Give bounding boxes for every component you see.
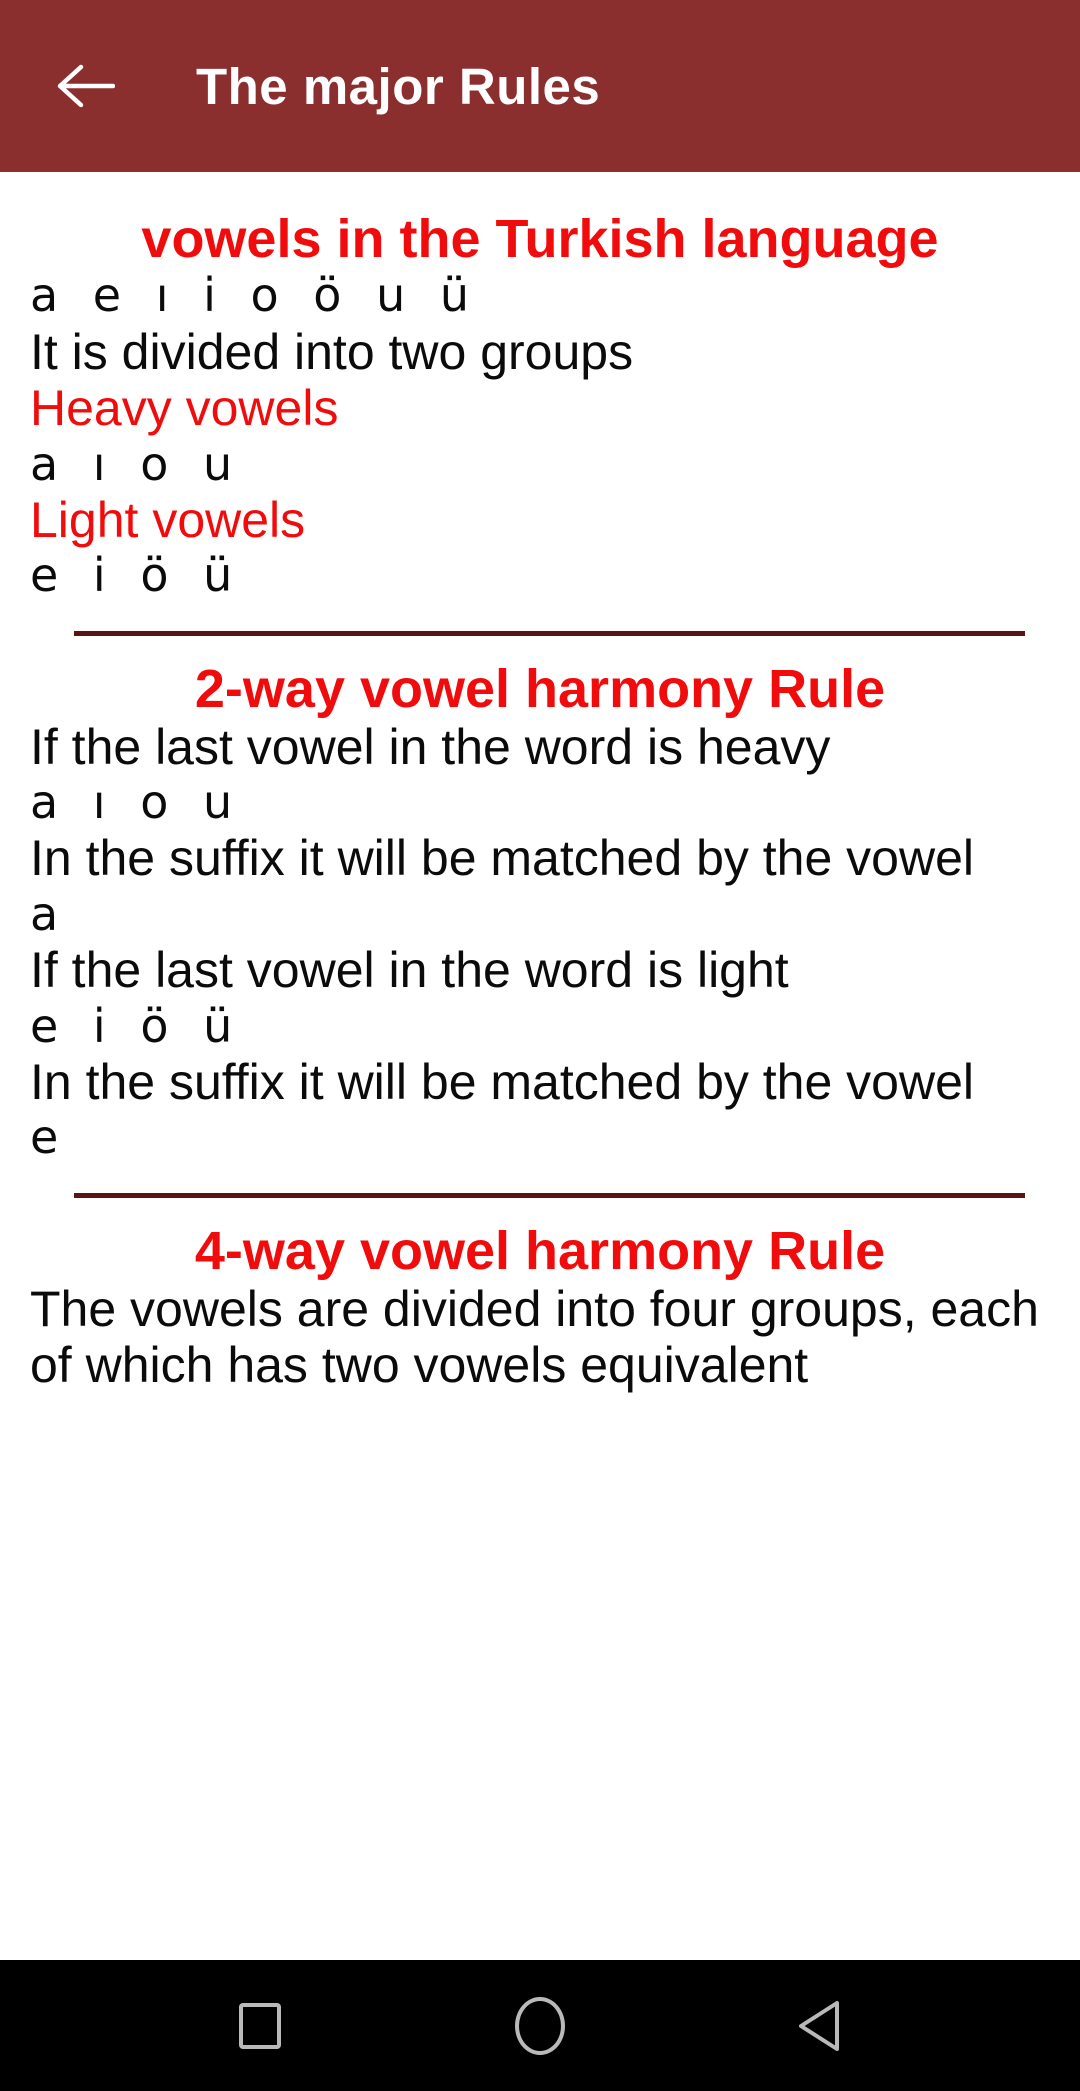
heavy-vowel-list: a ı o u [30,775,243,830]
arrow-left-icon [55,62,115,110]
section-heading: 2-way vowel harmony Rule [194,659,886,720]
vowel-list-all: a e ı i o ö u ü [30,268,479,323]
android-nav-bar [0,1960,1080,2091]
suffix-match-light-text: In the suffix it will be matched by the … [30,1053,974,1110]
last-vowel-heavy-text: If the last vowel in the word is heavy [30,718,831,775]
section-vowels: vowels in the Turkish language a e ı i o… [0,210,1080,603]
section-divider-2 [74,1193,1025,1199]
circle-icon [515,1996,565,2055]
suffix-vowel-e: e [30,1110,69,1165]
light-vowel-list: e i ö ü [30,998,243,1053]
four-groups-text: The vowels are divided into four groups,… [30,1280,1039,1394]
triangle-left-icon [792,1997,848,2055]
section-two-way-harmony: 2-way vowel harmony Rule If the last vow… [0,660,1080,1165]
section-four-way-harmony: 4-way vowel harmony Rule The vowels are … [0,1222,1080,1393]
heavy-vowel-list: a ı o u [30,436,243,491]
recents-button[interactable] [205,1971,315,2081]
light-vowels-label: Light vowels [30,491,306,548]
rules-content[interactable]: vowels in the Turkish language a e ı i o… [0,172,1080,1960]
light-vowel-list: e i ö ü [30,548,243,603]
section-heading: 4-way vowel harmony Rule [194,1221,886,1282]
app-bar: The major Rules [0,0,1080,172]
last-vowel-light-text: If the last vowel in the word is light [30,942,789,999]
section-heading: vowels in the Turkish language [141,209,939,269]
page-title: The major Rules [196,57,601,115]
square-icon [239,2002,281,2049]
back-button[interactable] [48,49,122,123]
vowels-divided-text: It is divided into two groups [30,323,634,380]
back-nav-button[interactable] [765,1971,875,2081]
section-divider-1 [74,631,1025,637]
heavy-vowels-label: Heavy vowels [30,380,339,436]
suffix-match-heavy-text: In the suffix it will be matched by the … [30,830,974,887]
app-screen: The major Rules vowels in the Turkish la… [0,0,1080,2091]
home-button[interactable] [485,1971,595,2081]
suffix-vowel-a: a [30,886,69,941]
